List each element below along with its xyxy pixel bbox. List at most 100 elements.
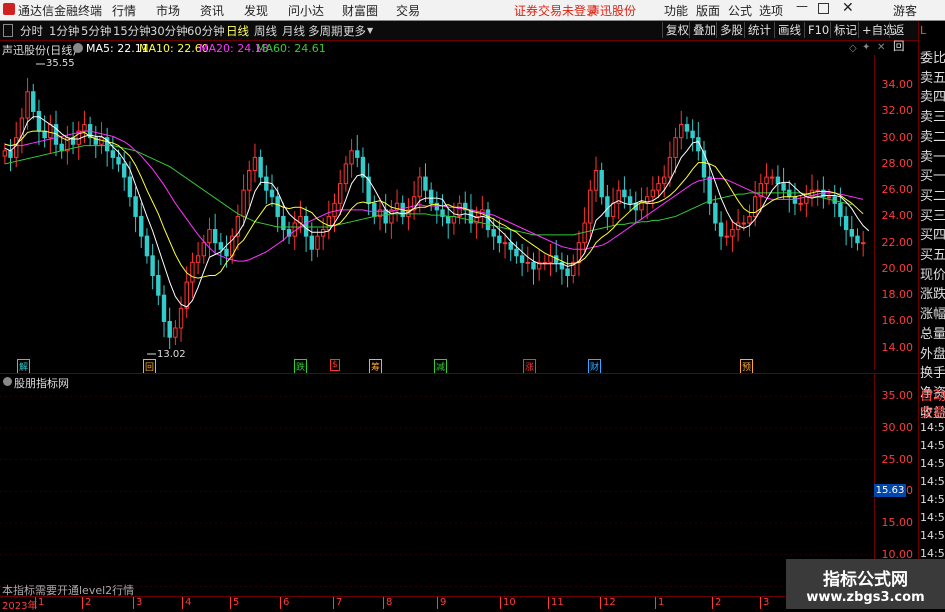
side-label[interactable]: 涨跌 (920, 283, 945, 302)
tab-30min[interactable]: 30分钟 (150, 23, 188, 39)
menu-discover[interactable]: 发现 (244, 2, 268, 19)
kline-chart[interactable] (0, 55, 918, 370)
candle (247, 160, 252, 206)
menu-function[interactable]: 功能 (664, 2, 688, 19)
side-label[interactable]: 换手 (920, 362, 945, 381)
menu-market[interactable]: 市场 (156, 2, 180, 19)
event-marker[interactable]: 筹 (369, 359, 383, 374)
side-label[interactable]: 委比 (920, 47, 945, 66)
menu-wealth[interactable]: 财富圈 (342, 2, 378, 19)
side-label[interactable]: 买五 (920, 244, 945, 263)
side-label[interactable]: 卖一 (920, 146, 945, 165)
candle (662, 165, 667, 198)
trade-login-status[interactable]: 证券交易未登录 (514, 2, 598, 19)
side-label[interactable]: 涨幅 (920, 303, 945, 322)
side-label[interactable]: 买一 (920, 165, 945, 184)
overlay-button[interactable]: 叠加 (689, 22, 719, 38)
back-button[interactable]: 返回 (889, 22, 918, 53)
side-label[interactable]: 卖四 (920, 86, 945, 105)
menu-options[interactable]: 选项 (759, 2, 783, 19)
candle (394, 189, 400, 222)
candle (360, 147, 366, 193)
indicator-tick: 25.00 (881, 452, 914, 466)
candle (684, 116, 690, 139)
menu-formula[interactable]: 公式 (728, 2, 752, 19)
side-label[interactable]: 买四 (920, 224, 945, 243)
candle (815, 180, 820, 206)
candle (48, 114, 53, 154)
event-marker[interactable]: 回 (143, 359, 157, 374)
multi-stock-button[interactable]: 多股 (716, 22, 746, 38)
candle (519, 244, 525, 277)
tab-multi-period[interactable]: 多周期 (308, 23, 343, 39)
side-label[interactable]: 卖三 (920, 106, 945, 125)
panel-collapse-icon[interactable] (3, 24, 13, 37)
event-marker[interactable]: 跌 (294, 359, 308, 374)
indicator-chart[interactable] (0, 374, 874, 596)
candle (804, 184, 809, 218)
tab-60min[interactable]: 60分钟 (187, 23, 225, 39)
draw-line-button[interactable]: 画线 (774, 22, 804, 38)
price-tick: 14.00 (881, 340, 914, 354)
month-label: 3 (763, 597, 770, 608)
tab-daily[interactable]: 日线 (226, 23, 249, 39)
app-title: 通达信金融终端 (18, 4, 103, 18)
more-dropdown-icon[interactable]: ▼ (367, 26, 373, 35)
chart-close-icon[interactable]: ✕ (877, 42, 885, 53)
maximize-icon[interactable] (818, 3, 829, 14)
side-label[interactable]: 卖五 (920, 67, 945, 86)
event-marker[interactable]: $ (330, 359, 340, 371)
candle (690, 119, 695, 152)
event-marker[interactable]: 解 (17, 359, 31, 374)
candle (252, 143, 258, 183)
event-marker[interactable]: 财 (588, 359, 602, 374)
tab-more[interactable]: 更多 (343, 23, 366, 39)
side-label[interactable]: 现价 (920, 264, 945, 283)
month-tick (333, 597, 334, 609)
side-label[interactable]: 交易 (920, 402, 945, 421)
month-tick (437, 597, 438, 609)
candle (218, 232, 224, 265)
mark-button[interactable]: 标记 (830, 22, 860, 38)
side-label[interactable]: 总量 (920, 323, 945, 342)
side-label[interactable]: 买二 (920, 185, 945, 204)
minimize-icon[interactable]: — (796, 0, 808, 13)
event-marker[interactable]: 减 (434, 359, 448, 374)
menu-news[interactable]: 资讯 (200, 2, 224, 19)
user-label[interactable]: 游客 (893, 2, 917, 19)
month-label: 3 (136, 597, 143, 608)
tab-weekly[interactable]: 周线 (254, 23, 277, 39)
menu-ask[interactable]: 问小达 (288, 2, 324, 19)
tab-15min[interactable]: 15分钟 (113, 23, 151, 39)
menu-quotes[interactable]: 行情 (112, 2, 136, 19)
legend-toggle-icon[interactable] (73, 43, 83, 53)
side-label[interactable]: 外盘 (920, 343, 945, 362)
menu-layout[interactable]: 版面 (696, 2, 720, 19)
menu-trade[interactable]: 交易 (396, 2, 420, 19)
tab-5min[interactable]: 5分钟 (81, 23, 111, 39)
month-tick (230, 597, 231, 609)
restore-rights-button[interactable]: 复权 (662, 22, 692, 38)
statistics-button[interactable]: 统计 (744, 22, 774, 38)
month-label: 2 (715, 597, 722, 608)
tab-intraday[interactable]: 分时 (20, 23, 43, 39)
event-marker[interactable]: 涨 (523, 359, 537, 374)
side-label[interactable]: 卖二 (920, 126, 945, 145)
trade-time: 14:56 (920, 493, 945, 506)
candle (542, 254, 548, 271)
side-label[interactable]: 买三 (920, 205, 945, 224)
chart-settings-icon[interactable]: ✦ (862, 42, 870, 53)
candle (843, 206, 849, 246)
candle (565, 255, 570, 288)
ma60-legend: MA60: 24.61 (256, 42, 326, 55)
chart-zoom-icon[interactable]: ◇ (849, 43, 857, 54)
tab-monthly[interactable]: 月线 (282, 23, 305, 39)
close-icon[interactable]: ✕ (842, 0, 854, 16)
candle (366, 163, 371, 216)
candle (770, 169, 775, 185)
month-label: 11 (551, 597, 564, 608)
trade-time: 14:55 (920, 421, 945, 434)
tab-1min[interactable]: 1分钟 (49, 23, 79, 39)
f10-button[interactable]: F10 (804, 22, 832, 38)
event-marker[interactable]: 预 (740, 359, 754, 374)
